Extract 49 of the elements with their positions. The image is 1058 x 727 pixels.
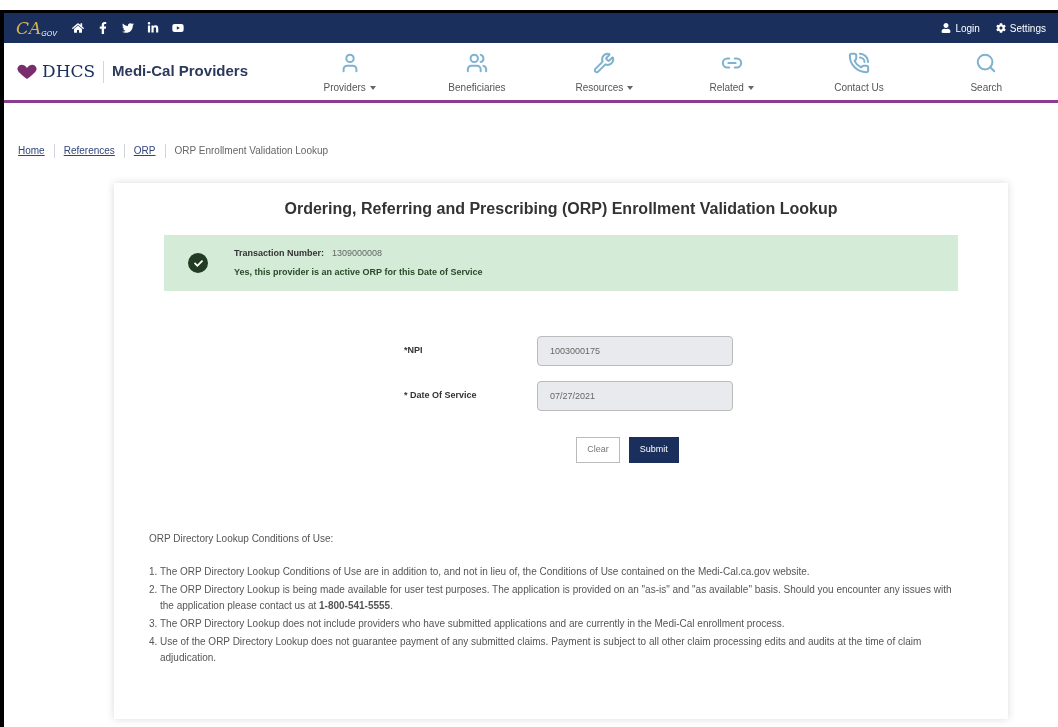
twitter-icon[interactable] xyxy=(122,22,134,34)
card-title: Ordering, Referring and Prescribing (ORP) Enrollment Validation Lookup xyxy=(283,199,839,219)
current-page-label: ORP Enrollment Validation Lookup xyxy=(174,144,329,158)
nav-item[interactable]: Providers xyxy=(304,48,395,95)
transaction-number: 1309000008 xyxy=(332,247,383,260)
phone-icon xyxy=(847,52,870,74)
breadcrumb-link[interactable]: Home xyxy=(18,143,45,158)
tools-icon xyxy=(593,52,616,74)
facebook-icon[interactable] xyxy=(97,22,109,34)
linkedin-icon[interactable] xyxy=(147,22,159,34)
input-field[interactable]: 07/27/2021 xyxy=(537,381,733,411)
breadcrumb-link[interactable]: ORP xyxy=(133,143,156,158)
nav-item[interactable]: Related xyxy=(686,48,777,95)
conditions-heading: ORP Directory Lookup Conditions of Use: xyxy=(149,532,335,546)
heart-logo-icon xyxy=(16,63,38,80)
input-field[interactable]: 1003000175 xyxy=(537,336,733,366)
clear-button[interactable]: Clear xyxy=(576,437,620,463)
condition-text: The ORP Directory Lookup does not include providers who have submitted applications and are currently in the Medi-Cal enrollment process. xyxy=(160,617,785,631)
nav-item[interactable]: Beneficiaries xyxy=(432,48,522,95)
nav-item[interactable]: Resources xyxy=(559,48,650,95)
top-bar-link[interactable]: Login xyxy=(941,20,980,36)
top-bar-link[interactable]: Settings xyxy=(995,20,1046,36)
list-number: 2. xyxy=(149,583,159,597)
home-icon[interactable] xyxy=(72,22,84,34)
caret-icon xyxy=(627,85,634,90)
list-number: 3. xyxy=(149,617,159,631)
field-label: *NPI xyxy=(404,344,424,358)
nav-item[interactable]: Search xyxy=(941,48,1032,95)
youtube-icon[interactable] xyxy=(172,22,184,34)
agency-logo-text: DHCS xyxy=(42,59,96,83)
caret-icon xyxy=(747,85,754,90)
condition-text: The ORP Directory Lookup Conditions of Use are in addition to, and not in lieu of, the Conditions of Use contained on the Medi-Cal.ca.gov website. xyxy=(160,565,810,579)
list-number: 1. xyxy=(149,565,159,579)
site-title[interactable]: Medi-Cal Providers xyxy=(112,60,248,83)
transaction-label: Transaction Number: xyxy=(234,247,325,260)
submit-button[interactable]: Submit xyxy=(628,437,679,463)
people-icon xyxy=(466,52,488,74)
breadcrumb-link[interactable]: References xyxy=(63,143,115,158)
check-icon xyxy=(188,253,208,273)
user-icon xyxy=(941,23,952,33)
settings-icon xyxy=(995,23,1006,33)
condition-text: The ORP Directory Lookup is being made available for user test purposes. The application is provided on an "as-is" and "as available" basis. Should you encounter any issues with the application please contact us at 1-800-541-5555. xyxy=(160,583,953,613)
condition-text: Use of the ORP Directory Lookup does not guarantee payment of any submitted claims. Payment is subject to all other claim processing edits and audits at the time of claim adjudication. xyxy=(160,635,923,665)
caret-icon xyxy=(369,85,376,90)
search-icon xyxy=(975,52,998,74)
field-label: * Date Of Service xyxy=(404,389,478,403)
nav-item[interactable]: Contact Us xyxy=(813,48,904,95)
alert-message: Yes, this provider is an active ORP for this Date of Service xyxy=(234,265,483,279)
list-number: 4. xyxy=(149,635,159,649)
